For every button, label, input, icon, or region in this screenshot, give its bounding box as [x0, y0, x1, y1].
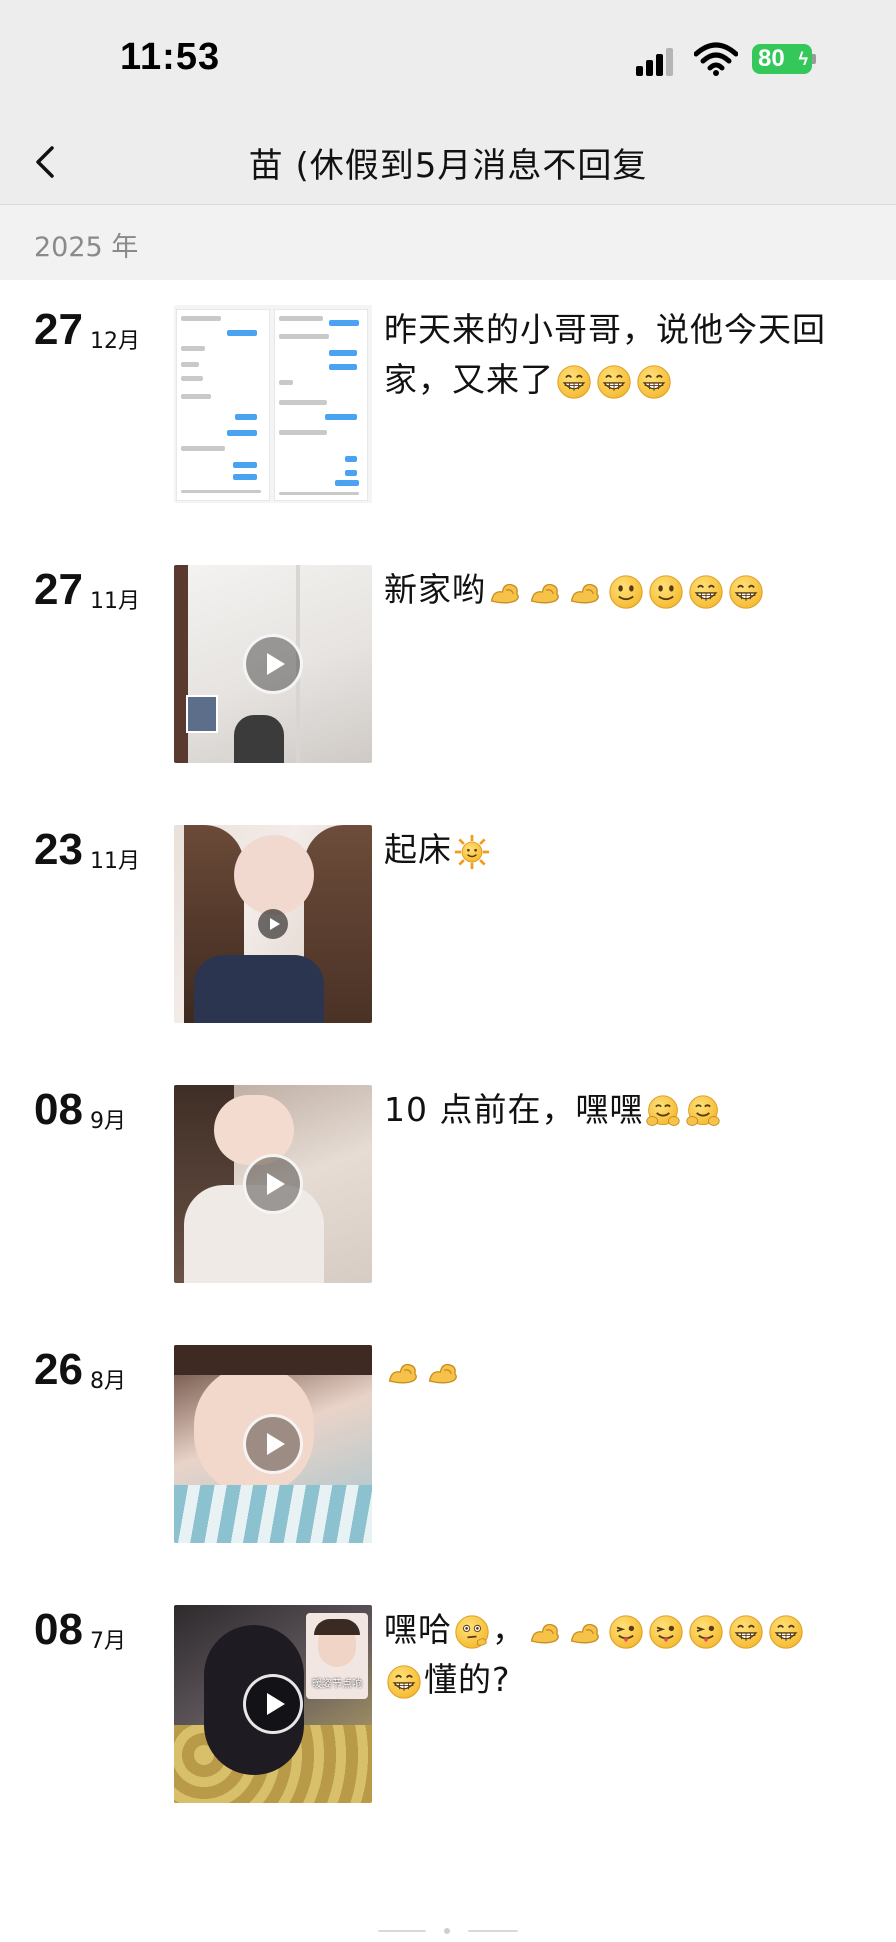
battery-icon: 80 ϟ	[752, 44, 812, 74]
strong-arm-emoji	[568, 1614, 604, 1650]
nav-bar: 苗 (休假到5月消息不回复	[0, 120, 896, 205]
strong-arm-emoji	[568, 574, 604, 610]
post-caption: 10 点前在，嘿嘿	[384, 1085, 834, 1135]
grin-emoji	[596, 364, 632, 400]
post-text: 懂的?	[424, 1660, 511, 1699]
post-caption: 嘿哈 ， 懂的?	[384, 1605, 834, 1705]
year-label: 2025 年	[34, 232, 139, 263]
smile-emoji	[608, 574, 644, 610]
play-icon[interactable]	[243, 1414, 303, 1474]
post-day: 23	[34, 825, 83, 874]
inset-caption: 暖姿节点响	[312, 1679, 362, 1690]
play-icon[interactable]	[243, 1674, 303, 1734]
moment-post[interactable]: 08 9月 10 点前在，嘿嘿	[0, 1085, 896, 1285]
post-text: 嘿哈	[384, 1610, 452, 1649]
play-icon[interactable]	[258, 909, 288, 939]
moment-post[interactable]: 27 12月 昨天来的小哥哥，说他今天回家，又来了	[0, 305, 896, 505]
moment-post[interactable]: 23 11月 起床	[0, 825, 896, 1025]
grin-emoji	[688, 574, 724, 610]
post-video-thumbnail[interactable]	[174, 825, 372, 1023]
post-month: 11月	[90, 849, 140, 874]
post-day: 26	[34, 1345, 83, 1394]
post-text-punct: ，	[492, 1610, 526, 1649]
strong-arm-emoji	[528, 1614, 564, 1650]
status-time: 11:53	[120, 36, 221, 78]
post-video-thumbnail[interactable]	[174, 565, 372, 763]
grin-emoji	[728, 574, 764, 610]
post-text: 10 点前在，嘿嘿	[384, 1090, 644, 1129]
page-indicator	[378, 1928, 518, 1934]
wink-tongue-emoji	[648, 1614, 684, 1650]
play-icon[interactable]	[243, 634, 303, 694]
post-day: 27	[34, 565, 83, 614]
post-caption	[384, 1345, 834, 1395]
moment-post[interactable]: 08 7月 暖姿节点响 嘿哈 ， 懂的?	[0, 1605, 896, 1805]
grin-emoji	[556, 364, 592, 400]
strong-arm-emoji	[386, 1354, 422, 1390]
post-day: 27	[34, 305, 83, 354]
strong-arm-emoji	[488, 574, 524, 610]
post-video-thumbnail[interactable]: 暖姿节点响	[174, 1605, 372, 1803]
grin-emoji	[768, 1614, 804, 1650]
moment-post[interactable]: 27 11月 新家哟	[0, 565, 896, 765]
post-video-thumbnail[interactable]	[174, 1085, 372, 1283]
status-bar: 11:53 80 ϟ	[0, 0, 896, 120]
post-day: 08	[34, 1085, 83, 1134]
post-month: 12月	[90, 329, 140, 354]
wifi-icon	[694, 42, 738, 76]
post-caption: 昨天来的小哥哥，说他今天回家，又来了	[384, 305, 834, 405]
post-video-thumbnail[interactable]	[174, 1345, 372, 1543]
post-image-chat-screenshot[interactable]	[174, 305, 372, 503]
battery-level: 80	[758, 45, 785, 72]
cellular-signal-icon	[636, 46, 676, 76]
grin-emoji	[636, 364, 672, 400]
wink-tongue-emoji	[688, 1614, 724, 1650]
post-day: 08	[34, 1605, 83, 1654]
hug-emoji	[645, 1094, 681, 1130]
play-icon[interactable]	[243, 1154, 303, 1214]
year-header: 2025 年	[0, 205, 896, 280]
post-month: 8月	[90, 1369, 126, 1394]
charging-bolt-icon: ϟ	[798, 49, 808, 69]
wink-tongue-emoji	[608, 1614, 644, 1650]
picture-in-picture-inset: 暖姿节点响	[306, 1613, 368, 1699]
post-caption: 起床	[384, 825, 834, 875]
thinking-emoji	[454, 1614, 490, 1650]
battery-cap	[812, 54, 816, 64]
strong-arm-emoji	[528, 574, 564, 610]
hug-emoji	[685, 1094, 721, 1130]
post-month: 11月	[90, 589, 140, 614]
grin-emoji	[386, 1664, 422, 1700]
post-month: 7月	[90, 1629, 126, 1654]
smile-emoji	[648, 574, 684, 610]
sun-emoji	[454, 834, 490, 870]
post-month: 9月	[90, 1109, 126, 1134]
post-text: 起床	[384, 830, 452, 869]
moment-post[interactable]: 26 8月	[0, 1345, 896, 1545]
page-title: 苗 (休假到5月消息不回复	[248, 146, 648, 186]
strong-arm-emoji	[426, 1354, 462, 1390]
post-caption: 新家哟	[384, 565, 834, 615]
post-text: 新家哟	[384, 570, 486, 609]
grin-emoji	[728, 1614, 764, 1650]
